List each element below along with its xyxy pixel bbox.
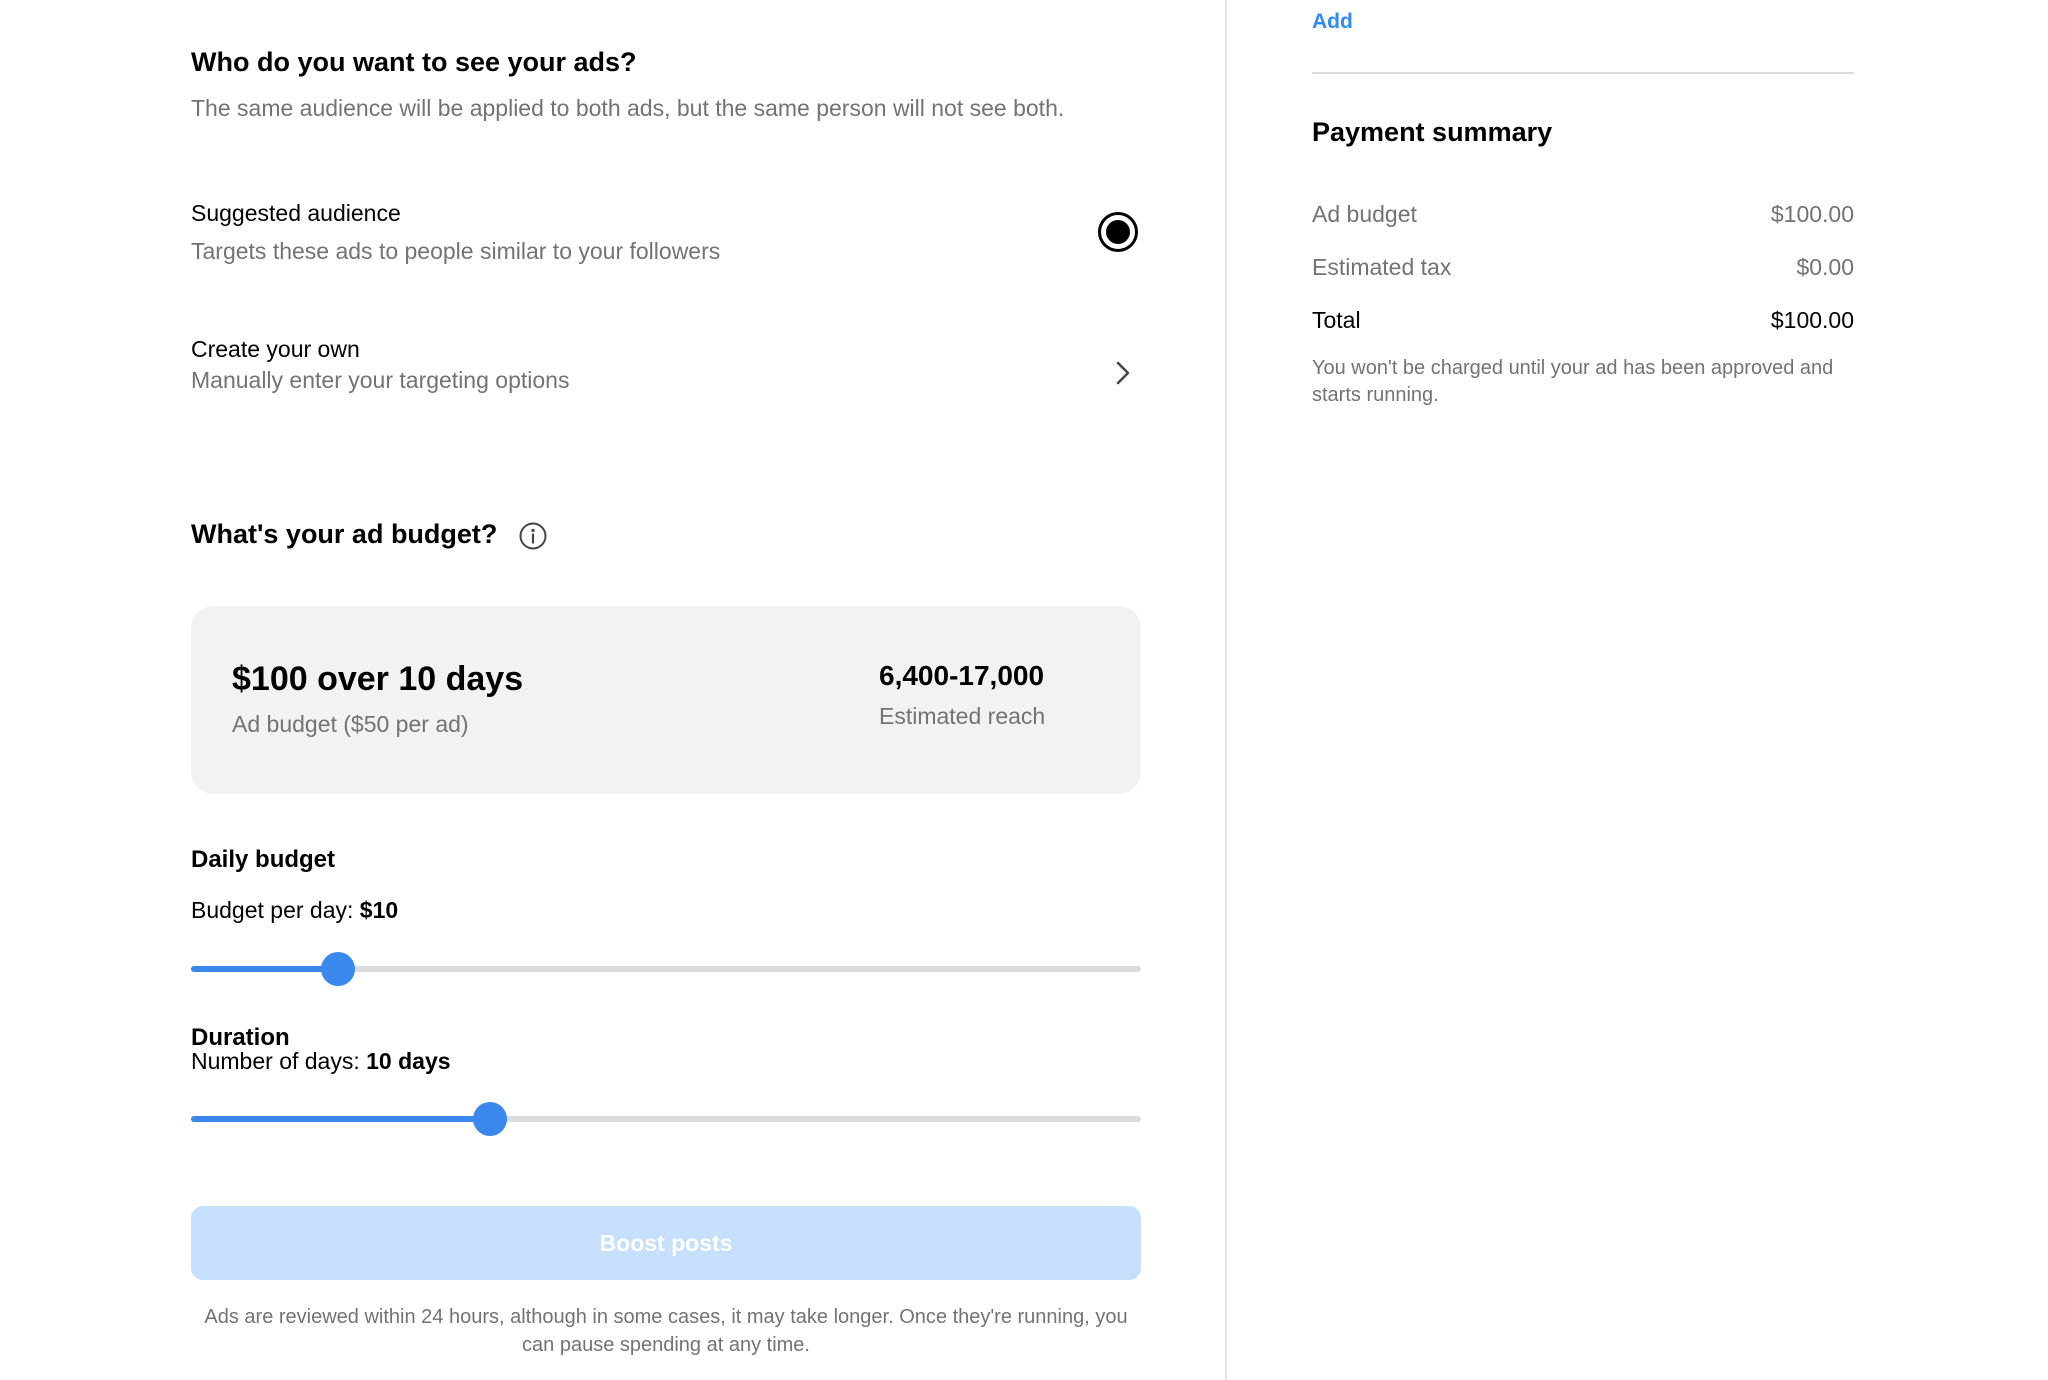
estimated-reach-label: Estimated reach [879,703,1046,729]
suggested-audience-radio[interactable] [1098,212,1138,252]
payment-note: You won't be charged until your ad has b… [1312,357,1834,406]
payment-row-ad-budget: Ad budget $100.00 [1312,201,1854,228]
budget-summary-subtitle: Ad budget ($50 per ad) [232,711,469,737]
payment-row-total: Total $100.00 [1312,307,1854,334]
slider-fill [191,966,338,972]
info-circle-icon[interactable] [518,521,548,551]
payment-row-value: $0.00 [1796,254,1854,280]
number-of-days-value: 10 days [366,1048,451,1074]
budget-summary-amount: $100 over 10 days [232,660,524,698]
radio-selected-dot [1106,220,1130,244]
audience-heading: Who do you want to see your ads? [191,47,637,77]
column-divider [1225,0,1227,1380]
slider-thumb[interactable] [321,952,355,986]
right-divider [1312,72,1854,74]
option-title: Create your own [191,336,360,362]
payment-row-label: Estimated tax [1312,254,1452,280]
slider-thumb[interactable] [473,1102,507,1136]
budget-per-day-prefix: Budget per day: [191,897,360,923]
payment-row-label: Ad budget [1312,201,1417,227]
budget-summary-card [191,606,1141,794]
add-link[interactable]: Add [1312,10,1353,34]
chevron-right-icon[interactable] [1110,358,1136,388]
option-title: Suggested audience [191,200,401,226]
payment-row-estimated-tax: Estimated tax $0.00 [1312,254,1854,281]
budget-per-day-value: $10 [359,897,399,923]
slider-fill [191,1116,490,1122]
audience-description: The same audience will be applied to bot… [191,95,1065,121]
payment-summary-heading: Payment summary [1312,117,1553,147]
budget-per-day-text: Budget per day: $10 [191,897,398,924]
option-create-your-own[interactable]: Create your own Manually enter your targ… [191,336,1141,406]
payment-row-value: $100.00 [1770,307,1854,333]
estimated-reach-value: 6,400-17,000 [879,660,1045,691]
option-subtitle: Manually enter your targeting options [191,367,570,393]
review-footnote: Ads are reviewed within 24 hours, althou… [204,1306,1128,1356]
duration-slider[interactable] [191,1102,1141,1136]
number-of-days-prefix: Number of days: [191,1048,367,1074]
option-subtitle: Targets these ads to people similar to y… [191,238,721,264]
option-suggested-audience[interactable]: Suggested audience Targets these ads to … [191,200,1141,270]
payment-row-value: $100.00 [1770,201,1854,227]
daily-budget-slider[interactable] [191,952,1141,986]
payment-row-label: Total [1312,307,1361,333]
budget-heading: What's your ad budget? [191,519,498,549]
daily-budget-label: Daily budget [191,846,336,873]
number-of-days-text: Number of days: 10 days [191,1048,451,1075]
boost-posts-button[interactable]: Boost posts [191,1206,1141,1280]
